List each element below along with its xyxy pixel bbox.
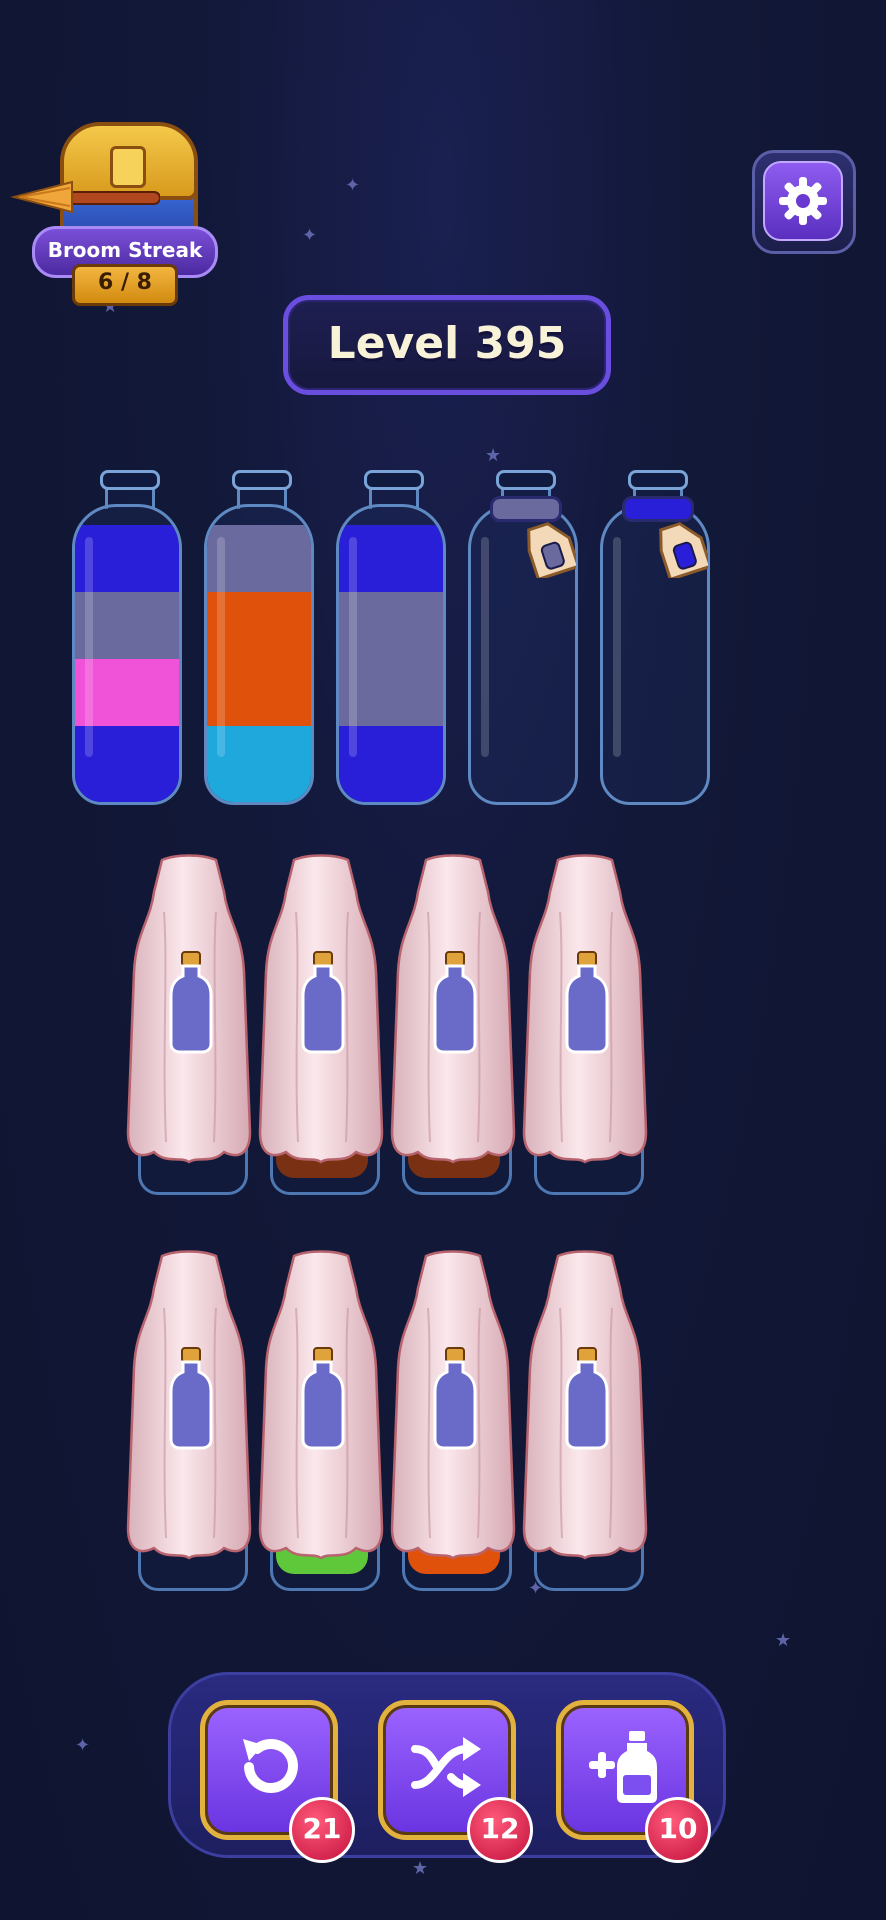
bottle-rim xyxy=(364,470,424,490)
glass-shine xyxy=(349,537,357,757)
bottle[interactable] xyxy=(336,470,446,807)
rope-icon xyxy=(622,496,694,522)
add-bottle-button[interactable]: 10 xyxy=(556,1700,711,1863)
bottle-glass xyxy=(72,504,182,805)
add-bottle-icon xyxy=(589,1731,657,1803)
covered-bottle[interactable] xyxy=(520,852,650,1212)
level-label: Level 395 xyxy=(283,295,611,395)
undo-count-badge: 21 xyxy=(289,1797,355,1863)
potion-bottle-icon xyxy=(301,1347,345,1450)
covered-bottle[interactable] xyxy=(256,1248,386,1608)
lock-tag-icon xyxy=(659,522,708,578)
covered-bottle[interactable] xyxy=(256,852,386,1212)
potion-bottle-icon xyxy=(169,951,213,1054)
star-decoration: ★ xyxy=(485,445,502,466)
potion-bottle-icon xyxy=(565,1347,609,1450)
glass-shine xyxy=(613,537,621,757)
bottle[interactable] xyxy=(204,470,314,807)
undo-icon xyxy=(243,1739,298,1793)
locked-bottle[interactable] xyxy=(600,470,710,807)
locked-bottle[interactable] xyxy=(468,470,578,807)
undo-button[interactable]: 21 xyxy=(200,1700,355,1863)
star-decoration: ★ xyxy=(775,1630,792,1651)
shuffle-icon xyxy=(411,1737,481,1797)
lock-tag-icon xyxy=(527,522,576,578)
broom-icon xyxy=(10,180,160,214)
bottle-glass xyxy=(336,504,446,805)
covered-bottle[interactable] xyxy=(124,1248,254,1608)
potion-bottle-icon xyxy=(169,1347,213,1450)
glass-shine xyxy=(217,537,225,757)
gear-icon xyxy=(779,177,827,225)
covered-bottle[interactable] xyxy=(388,852,518,1212)
star-decoration: ✦ xyxy=(302,225,318,246)
bottle-rim xyxy=(628,470,688,490)
settings-button[interactable] xyxy=(752,150,856,254)
star-decoration: ✦ xyxy=(345,175,361,196)
glass-shine xyxy=(481,537,489,757)
broom-streak-widget[interactable]: Broom Streak 6 / 8 xyxy=(10,118,218,306)
star-decoration: ★ xyxy=(412,1858,429,1879)
covered-bottle[interactable] xyxy=(124,852,254,1212)
shuffle-button[interactable]: 12 xyxy=(378,1700,533,1863)
potion-bottle-icon xyxy=(433,1347,477,1450)
rope-icon xyxy=(490,496,562,522)
bottle-rim xyxy=(232,470,292,490)
covered-bottle[interactable] xyxy=(388,1248,518,1608)
bottle-rim xyxy=(496,470,556,490)
settings-button-face xyxy=(763,161,843,241)
potion-bottle-icon xyxy=(565,951,609,1054)
glass-shine xyxy=(85,537,93,757)
add-bottle-count-badge: 10 xyxy=(645,1797,711,1863)
potion-bottle-icon xyxy=(433,951,477,1054)
bottle[interactable] xyxy=(72,470,182,807)
bottle-rim xyxy=(100,470,160,490)
potion-bottle-icon xyxy=(301,951,345,1054)
shuffle-count-badge: 12 xyxy=(467,1797,533,1863)
star-decoration: ✦ xyxy=(75,1735,91,1756)
bottle-glass xyxy=(204,504,314,805)
covered-bottle[interactable] xyxy=(520,1248,650,1608)
broom-streak-count: 6 / 8 xyxy=(72,264,178,306)
